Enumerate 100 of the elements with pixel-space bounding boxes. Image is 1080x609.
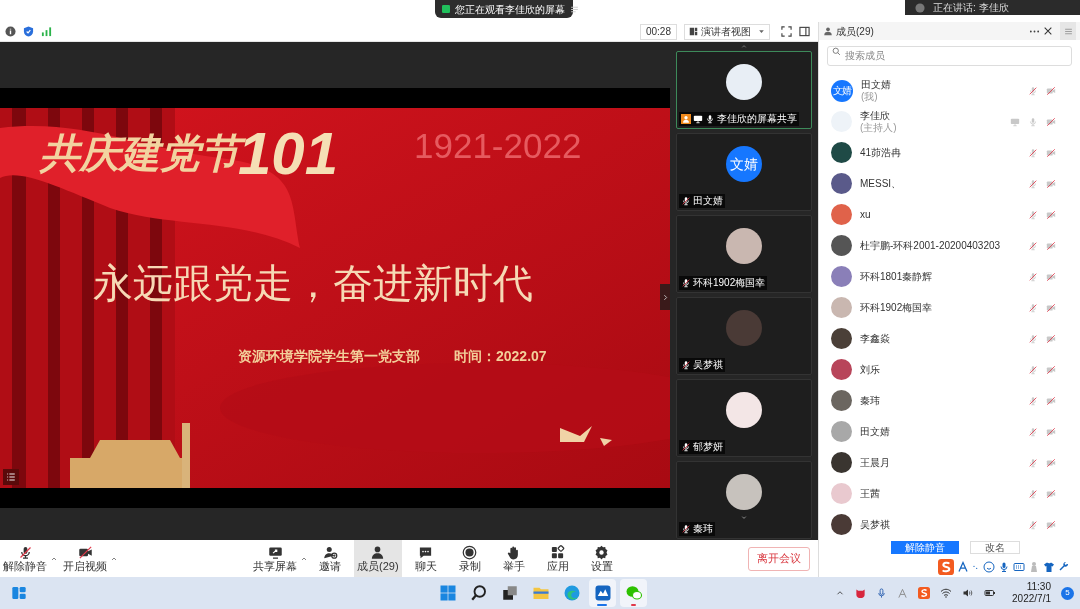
banner-text: 您正在观看李佳欣的屏幕 — [455, 2, 565, 17]
member-role: (我) — [861, 90, 879, 103]
member-name: 田文婧 — [861, 78, 891, 91]
toolbar-button[interactable]: 邀请 — [310, 540, 350, 577]
shirt-icon — [1043, 561, 1055, 573]
person-icon — [370, 545, 386, 560]
screen-icon — [693, 114, 703, 124]
wrench-icon — [1058, 561, 1070, 573]
tile-name: 田文婧 — [693, 196, 723, 206]
unmute-all-button[interactable]: 解除静音 — [891, 541, 959, 554]
camera-off-icon — [1046, 85, 1056, 96]
widgets-button[interactable] — [10, 584, 28, 602]
font-a-icon — [897, 587, 909, 599]
toolbar-button[interactable]: 录制 — [449, 540, 490, 577]
video-tile[interactable]: 秦玮 — [676, 461, 812, 539]
camera-off-icon — [1046, 240, 1056, 251]
scroll-up-icon — [739, 43, 749, 50]
camera-off-icon — [1046, 116, 1056, 127]
side-panel-icon — [799, 26, 810, 37]
member-row[interactable]: 王茜 — [819, 478, 1080, 509]
member-name: 吴梦祺 — [860, 518, 890, 531]
video-tile[interactable]: 环科1902梅国幸 — [676, 215, 812, 293]
volume-icon — [962, 587, 975, 599]
member-row[interactable]: 李鑫焱 — [819, 323, 1080, 354]
muted-mic-icon — [681, 278, 691, 288]
member-row[interactable]: 杜宇鹏-环科2001-20200403203 — [819, 230, 1080, 261]
panel-title: 成员(29) — [836, 24, 874, 39]
member-row[interactable]: 环科1801秦静辉 — [819, 261, 1080, 292]
record-icon — [462, 545, 478, 560]
member-name: xu — [860, 208, 871, 221]
initials-avatar: 文婧 — [726, 146, 762, 182]
camera-off-icon — [1046, 271, 1056, 282]
member-row[interactable]: 田文婧 — [819, 416, 1080, 447]
camera-off-icon — [1046, 302, 1056, 313]
camera-off-icon — [1046, 178, 1056, 189]
toolbar-button[interactable]: 成员(29) — [354, 540, 402, 577]
member-name: 王茜 — [860, 487, 880, 500]
windows-logo-icon — [438, 584, 457, 602]
menu-button[interactable] — [1060, 22, 1076, 40]
member-row[interactable]: 秦玮 — [819, 385, 1080, 416]
widgets-icon — [11, 585, 27, 601]
member-name: 李鑫焱 — [860, 332, 890, 345]
letter-a-icon — [957, 561, 969, 573]
member-name: 环科1801秦静辉 — [860, 270, 933, 283]
chat-app-button[interactable] — [620, 579, 647, 607]
member-row[interactable]: MESSI、 — [819, 168, 1080, 199]
muted-mic-icon — [681, 360, 691, 370]
toolbar-button[interactable]: 设置 — [581, 540, 622, 577]
muted-mic-icon — [681, 442, 691, 452]
video-tile[interactable]: 李佳欣的屏幕共享 — [676, 51, 812, 129]
camera-off-icon — [1046, 426, 1056, 437]
member-row[interactable]: 环科1902梅国幸 — [819, 292, 1080, 323]
toolbar-button[interactable]: 解除静音 — [0, 540, 50, 577]
toolbar-button[interactable]: 应用 — [537, 540, 578, 577]
member-name: 环科1902梅国幸 — [860, 301, 933, 314]
notification-badge[interactable]: 5 — [1061, 586, 1074, 600]
member-row[interactable]: 刘乐 — [819, 354, 1080, 385]
meeting-app-button[interactable] — [589, 579, 616, 607]
host-badge-icon — [681, 114, 691, 124]
toolbar-button[interactable]: 开启视频 — [60, 540, 110, 577]
apps-grid-icon — [550, 545, 566, 560]
member-name: 田文婧 — [860, 425, 890, 438]
member-name: 秦玮 — [860, 394, 880, 407]
leave-meeting-button[interactable]: 离开会议 — [748, 546, 810, 571]
toolbar-button[interactable]: 举手 — [493, 540, 534, 577]
menu-icon — [1063, 26, 1073, 36]
member-row[interactable]: 41茆浩冉 — [819, 137, 1080, 168]
slide-years: 1921-2022 — [414, 128, 582, 163]
slide-date: 时间：2022.07 — [454, 349, 547, 363]
camera-off-icon — [1046, 147, 1056, 158]
speaking-text: 正在讲话: 李佳欣 — [933, 2, 1009, 13]
video-tile[interactable]: 吴梦祺 — [676, 297, 812, 375]
member-row[interactable]: 吴梦祺 — [819, 509, 1080, 536]
chevron-right-icon — [661, 293, 669, 301]
search-icon — [832, 47, 841, 56]
video-tile[interactable]: 文婧 田文婧 — [676, 133, 812, 211]
wifi-icon — [940, 587, 953, 599]
tile-name: 郁梦妍 — [693, 442, 723, 452]
fullscreen-icon — [781, 26, 792, 37]
member-row[interactable]: xu — [819, 199, 1080, 230]
member-name: 王晨月 — [860, 456, 890, 469]
toolbar-button[interactable]: 共享屏幕 — [250, 540, 300, 577]
task-view-icon — [500, 584, 519, 602]
video-tile[interactable]: 郁梦妍 — [676, 379, 812, 457]
camera-off-icon — [1046, 488, 1056, 499]
mic-icon — [705, 114, 715, 124]
tile-name: 环科1902梅国幸 — [693, 278, 766, 288]
search-field[interactable]: 搜索成员 — [827, 45, 1072, 66]
rename-button[interactable]: 改名 — [970, 541, 1020, 554]
tile-name: 秦玮 — [693, 524, 713, 534]
tile-name: 李佳欣的屏幕共享 — [717, 114, 797, 124]
search-icon — [469, 584, 488, 602]
tile-name: 吴梦祺 — [693, 360, 723, 370]
view-dropdown[interactable]: 演讲者视图 — [684, 23, 770, 40]
screen-share-icon — [267, 545, 283, 560]
chat-app-icon — [624, 584, 643, 602]
member-row[interactable]: 王晨月 — [819, 447, 1080, 478]
member-row[interactable]: 李佳欣 (主持人) — [819, 106, 1080, 137]
slide-list-button[interactable] — [3, 469, 19, 485]
toolbar-button[interactable]: 聊天 — [405, 540, 446, 577]
